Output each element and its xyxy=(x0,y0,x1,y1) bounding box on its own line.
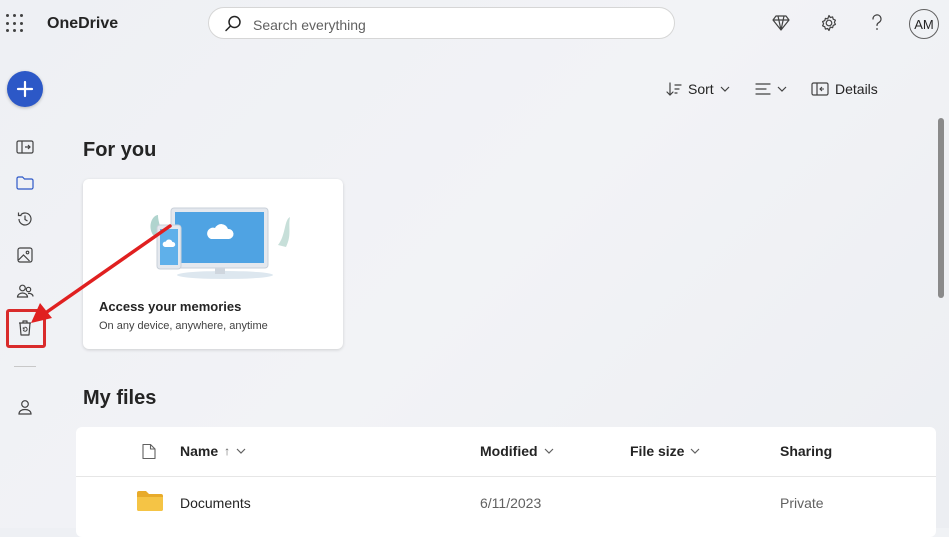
file-sharing: Private xyxy=(780,495,824,511)
gear-icon[interactable] xyxy=(818,12,840,34)
my-files-heading: My files xyxy=(83,387,157,409)
recycle-bin-highlight xyxy=(6,309,46,348)
column-sharing[interactable]: Sharing xyxy=(780,443,832,459)
app-launcher-icon[interactable] xyxy=(6,14,26,34)
shared-people-icon[interactable] xyxy=(14,280,36,302)
file-type-icon[interactable] xyxy=(142,443,156,465)
details-button[interactable]: Details xyxy=(811,78,878,100)
column-file-size[interactable]: File size xyxy=(630,443,700,459)
devices-cloud-illustration xyxy=(150,207,290,279)
scrollbar[interactable] xyxy=(938,118,944,298)
search-box[interactable]: Search everything xyxy=(208,7,675,39)
file-name[interactable]: Documents xyxy=(180,495,251,511)
details-label: Details xyxy=(835,81,878,97)
column-name[interactable]: Name ↑ xyxy=(180,443,246,459)
list-view-icon xyxy=(755,83,771,95)
column-modified[interactable]: Modified xyxy=(480,443,554,459)
create-new-button[interactable] xyxy=(7,71,43,107)
chevron-down-icon xyxy=(720,86,730,92)
card-title: Access your memories xyxy=(99,299,242,314)
sort-icon xyxy=(666,82,682,96)
account-icon[interactable] xyxy=(14,396,36,418)
column-sharing-label: Sharing xyxy=(780,443,833,459)
avatar[interactable]: AM xyxy=(909,9,939,39)
photos-icon[interactable] xyxy=(14,244,36,266)
nav-home-icon[interactable] xyxy=(14,136,36,158)
table-header: Name ↑ Modified File size Sharing xyxy=(76,427,936,477)
folder-icon xyxy=(136,490,164,517)
column-modified-label: Modified xyxy=(480,443,538,459)
memories-card[interactable]: Access your memories On any device, anyw… xyxy=(83,179,343,349)
sort-label: Sort xyxy=(688,81,714,97)
details-pane-icon xyxy=(811,82,829,96)
help-icon[interactable] xyxy=(866,12,888,34)
chevron-down-icon xyxy=(544,448,553,454)
search-input[interactable]: Search everything xyxy=(253,17,366,33)
history-icon[interactable] xyxy=(14,208,36,230)
column-name-label: Name xyxy=(180,443,219,459)
view-options-button[interactable] xyxy=(755,78,787,100)
for-you-heading: For you xyxy=(83,139,157,161)
plus-icon xyxy=(16,80,34,98)
top-bar: OneDrive Search everything AM xyxy=(0,0,949,48)
column-file-size-label: File size xyxy=(630,443,685,459)
file-modified: 6/11/2023 xyxy=(480,495,542,511)
chevron-down-icon xyxy=(691,448,700,454)
search-icon xyxy=(223,14,243,39)
sort-button[interactable]: Sort xyxy=(666,78,730,100)
app-title[interactable]: OneDrive xyxy=(47,15,118,33)
chevron-down-icon xyxy=(777,86,787,92)
chevron-down-icon xyxy=(236,448,246,454)
files-table: Name ↑ Modified File size Sharing Docume… xyxy=(76,427,936,537)
card-subtitle: On any device, anywhere, anytime xyxy=(99,320,268,332)
nav-divider xyxy=(14,366,36,367)
folder-icon[interactable] xyxy=(14,172,36,194)
sort-arrow-icon: ↑ xyxy=(224,444,231,458)
diamond-icon[interactable] xyxy=(770,12,792,34)
table-row[interactable]: Documents 6/11/2023 Private xyxy=(76,477,936,527)
